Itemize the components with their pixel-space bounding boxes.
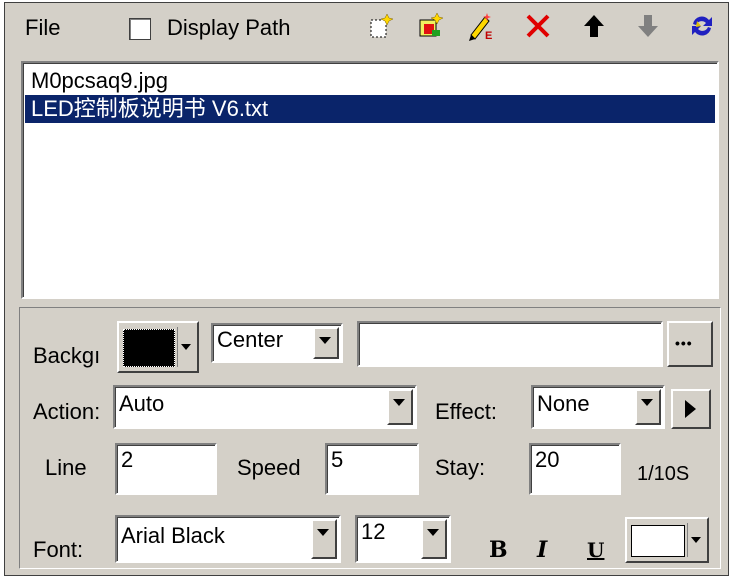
path-value bbox=[359, 323, 661, 327]
open-file-icon[interactable] bbox=[415, 11, 445, 41]
refresh-icon[interactable] bbox=[687, 11, 717, 41]
italic-button[interactable]: I bbox=[537, 537, 547, 563]
move-up-icon[interactable] bbox=[579, 11, 609, 41]
delete-icon[interactable] bbox=[523, 11, 553, 41]
move-down-icon[interactable] bbox=[633, 11, 663, 41]
chevron-down-icon bbox=[687, 523, 704, 557]
font-label: Font: bbox=[33, 537, 84, 562]
effect-select[interactable]: None bbox=[531, 385, 665, 429]
play-icon bbox=[685, 400, 696, 418]
display-path-label: Display Path bbox=[167, 15, 291, 40]
action-label: Action: bbox=[33, 399, 101, 424]
new-file-icon[interactable] bbox=[365, 11, 395, 41]
chevron-down-icon[interactable] bbox=[311, 519, 337, 559]
action-select[interactable]: Auto bbox=[113, 385, 417, 429]
stay-value: 20 bbox=[535, 447, 560, 472]
list-item-selected[interactable]: LED控制板说明书 V6.txt bbox=[25, 95, 715, 123]
text-color-picker[interactable] bbox=[625, 517, 709, 563]
background-color-swatch bbox=[123, 329, 175, 367]
font-value: Arial Black bbox=[121, 523, 225, 548]
chevron-down-icon[interactable] bbox=[313, 327, 339, 359]
action-value: Auto bbox=[119, 391, 165, 416]
stay-label: Stay: bbox=[435, 455, 486, 480]
effect-label: Effect: bbox=[435, 399, 497, 424]
speed-value: 5 bbox=[331, 447, 344, 472]
browse-button[interactable]: ••• bbox=[667, 321, 713, 367]
speed-label: Speed bbox=[237, 455, 301, 480]
line-value: 2 bbox=[121, 447, 134, 472]
chevron-down-icon[interactable] bbox=[635, 389, 661, 425]
display-path-checkbox[interactable] bbox=[129, 18, 151, 40]
ellipsis-icon: ••• bbox=[675, 335, 693, 351]
bold-button[interactable]: B bbox=[489, 537, 508, 563]
align-select[interactable]: Center bbox=[211, 323, 343, 363]
file-list[interactable]: M0pcsaq9.jpg LED控制板说明书 V6.txt bbox=[21, 61, 719, 299]
svg-text:E: E bbox=[485, 30, 492, 41]
text-color-swatch bbox=[631, 525, 685, 557]
chevron-down-icon[interactable] bbox=[387, 389, 413, 425]
file-panel: File Display Path E M0pcsaq9.jpg LED控制板说… bbox=[4, 2, 729, 576]
edit-text-icon[interactable]: E bbox=[467, 11, 497, 42]
background-color-picker[interactable] bbox=[117, 321, 199, 373]
background-label: Backgı bbox=[33, 343, 101, 368]
chevron-down-icon[interactable] bbox=[421, 519, 447, 559]
underline-button[interactable]: U bbox=[587, 537, 604, 563]
stay-unit-label: 1/10S bbox=[637, 463, 690, 485]
font-size-select[interactable]: 12 bbox=[355, 515, 451, 563]
line-input[interactable]: 2 bbox=[115, 443, 217, 495]
play-button[interactable] bbox=[671, 389, 711, 429]
list-item[interactable]: M0pcsaq9.jpg bbox=[25, 67, 715, 95]
speed-input[interactable]: 5 bbox=[325, 443, 419, 495]
line-label: Line bbox=[45, 455, 87, 480]
chevron-down-icon bbox=[177, 327, 194, 367]
file-label: File bbox=[25, 15, 61, 40]
path-input[interactable] bbox=[357, 321, 663, 367]
font-select[interactable]: Arial Black bbox=[115, 515, 341, 563]
stay-input[interactable]: 20 bbox=[529, 443, 621, 495]
